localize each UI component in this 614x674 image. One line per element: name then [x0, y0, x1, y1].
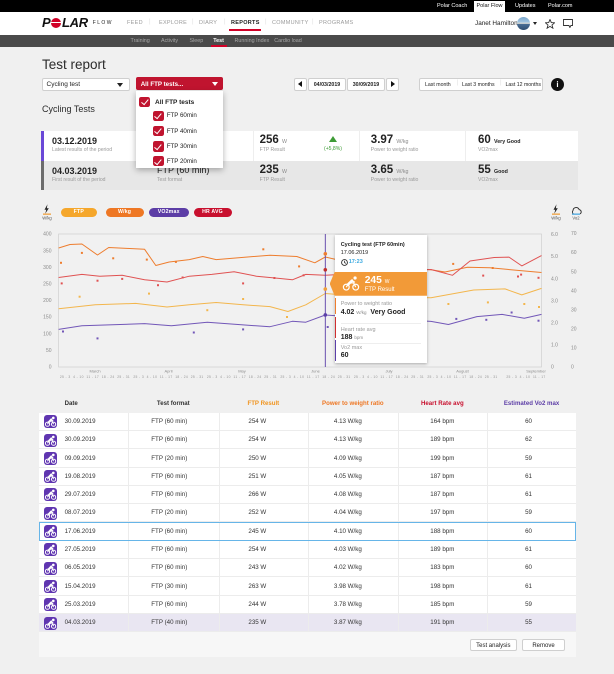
svg-text:300: 300: [43, 265, 52, 271]
svg-text:25 - 3 4 - 10 11 - 17 18 -: 25 - 3 4 - 10 11 - 17 18 - 24 25 - 31: [427, 375, 497, 379]
svg-text:0: 0: [571, 365, 574, 371]
svg-text:70: 70: [571, 231, 577, 237]
svg-text:200: 200: [43, 298, 52, 304]
svg-text:6.0: 6.0: [551, 232, 558, 238]
svg-text:June: June: [311, 369, 320, 374]
svg-text:50: 50: [571, 269, 577, 275]
svg-text:25 - 3 4 - 10 11 - 17 18 -: 25 - 3 4 - 10 11 - 17 18 - 24 25 - 31: [207, 375, 277, 379]
svg-text:100: 100: [43, 331, 52, 337]
svg-text:0: 0: [551, 365, 554, 371]
svg-text:150: 150: [43, 315, 52, 321]
svg-text:30: 30: [571, 307, 577, 313]
svg-text:400: 400: [43, 232, 52, 238]
svg-text:March: March: [89, 369, 100, 374]
svg-text:25 - 3 4 - 10 11 - 17: 25 - 3 4 - 10 11 - 17: [506, 375, 545, 379]
svg-text:10: 10: [571, 346, 577, 352]
svg-text:25 - 3 4 - 10 11 - 17 18 -: 25 - 3 4 - 10 11 - 17 18 - 24 25 - 31: [280, 375, 350, 379]
svg-text:0: 0: [49, 365, 52, 371]
svg-text:250: 250: [43, 282, 52, 288]
svg-text:50: 50: [46, 348, 52, 354]
svg-text:August: August: [456, 369, 469, 374]
svg-text:Vo2: Vo2: [572, 216, 580, 221]
svg-text:July: July: [385, 369, 392, 374]
svg-text:April: April: [164, 369, 172, 374]
svg-text:W/kg: W/kg: [551, 216, 561, 221]
svg-text:September: September: [526, 369, 546, 374]
svg-text:25 - 3 4 - 10 11 - 17 18 -: 25 - 3 4 - 10 11 - 17 18 - 24 25 - 31: [133, 375, 203, 379]
svg-text:20: 20: [571, 326, 577, 332]
svg-text:W/kg: W/kg: [42, 216, 52, 221]
svg-text:25 - 3 4 - 10 11 - 17 18 -: 25 - 3 4 - 10 11 - 17 18 - 24 25 - 31: [354, 375, 424, 379]
svg-text:3.0: 3.0: [551, 298, 558, 304]
svg-text:60: 60: [571, 250, 577, 256]
svg-text:1.0: 1.0: [551, 342, 558, 348]
svg-text:40: 40: [571, 288, 577, 294]
svg-text:2.0: 2.0: [551, 320, 558, 326]
svg-text:350: 350: [43, 248, 52, 254]
svg-text:5.0: 5.0: [551, 254, 558, 260]
svg-text:May: May: [238, 369, 246, 374]
svg-text:4.0: 4.0: [551, 276, 558, 282]
svg-text:25 - 3 4 - 10 11 - 17 18 -: 25 - 3 4 - 10 11 - 17 18 - 24 25 - 31: [60, 375, 130, 379]
